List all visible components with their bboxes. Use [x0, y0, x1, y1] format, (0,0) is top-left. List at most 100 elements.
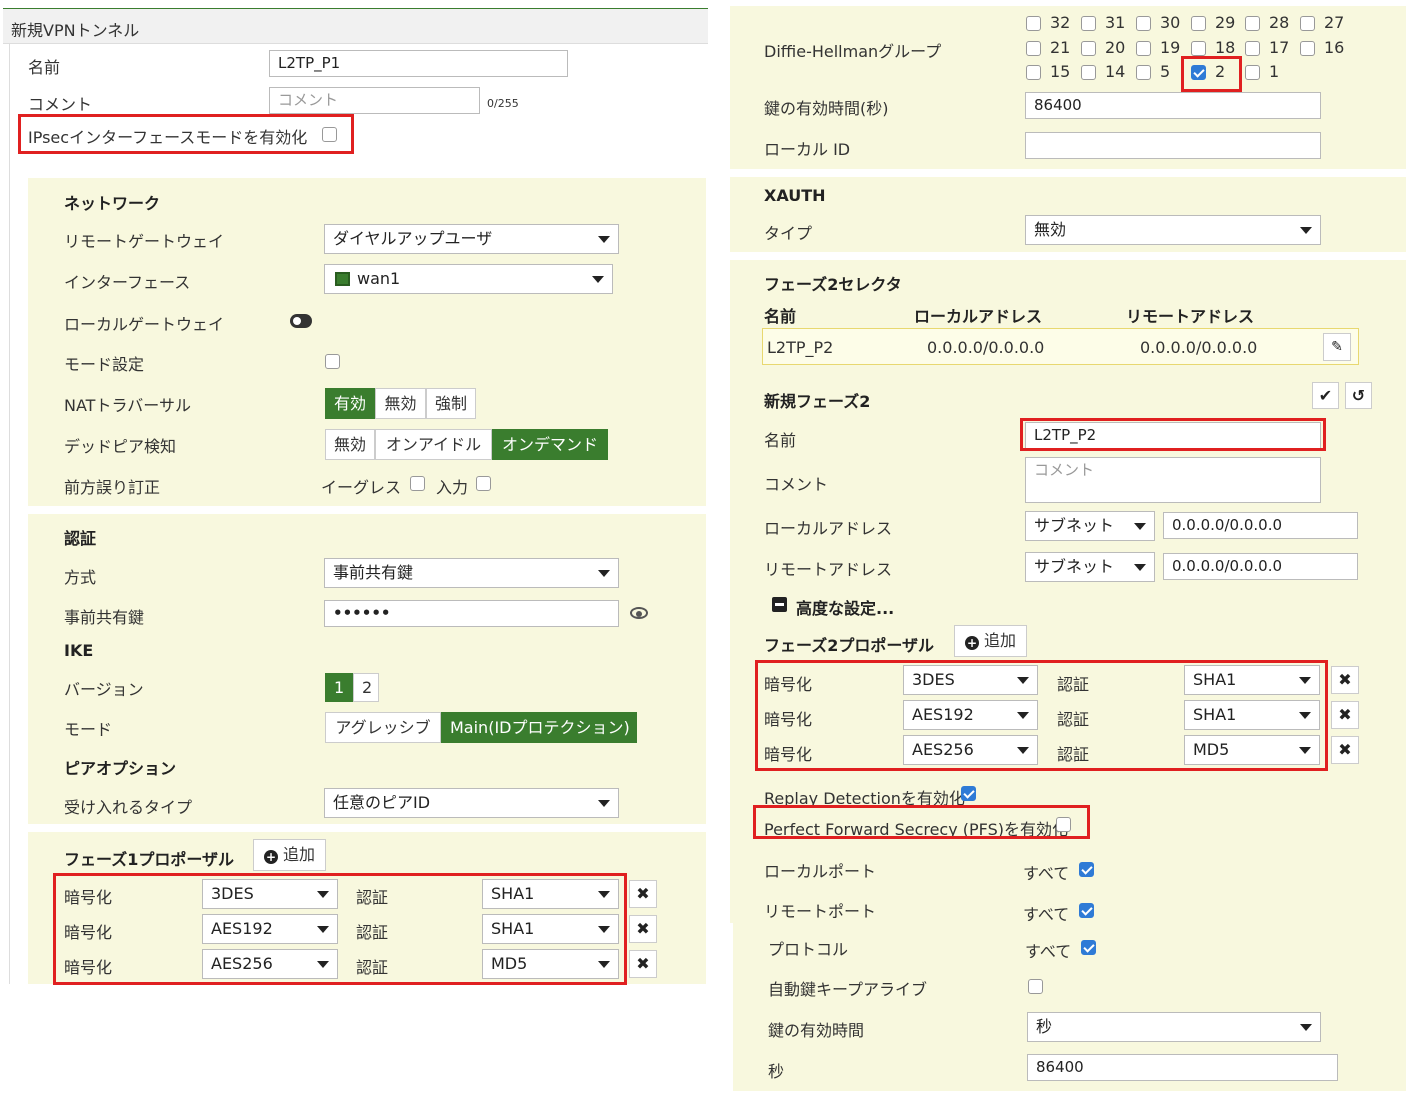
fec-egress-checkbox[interactable]: [410, 476, 425, 491]
dh-group-checkbox[interactable]: [1026, 16, 1041, 31]
ike-version-1-button[interactable]: 1: [325, 673, 353, 702]
chevron-down-icon: [1134, 523, 1146, 530]
comment-textarea[interactable]: コメント: [269, 87, 480, 114]
p1-remove-button[interactable]: ✖: [629, 950, 657, 978]
local-port-all-checkbox[interactable]: [1079, 862, 1094, 877]
seconds-label: 秒: [768, 1062, 785, 1081]
phase1-add-label: 追加: [283, 845, 316, 864]
chevron-down-icon: [598, 236, 610, 243]
localid-input[interactable]: [1025, 132, 1321, 159]
phase1-add-button[interactable]: + 追加: [253, 839, 327, 871]
aggressive-button[interactable]: アグレッシブ: [325, 712, 441, 743]
phase2-add-label: 追加: [984, 631, 1017, 650]
chevron-down-icon: [598, 800, 610, 807]
fec-ingress-checkbox[interactable]: [476, 476, 491, 491]
xauth-type-value: 無効: [1034, 220, 1067, 239]
newp2-title: 新規フェーズ2: [764, 392, 871, 411]
dh-group-checkbox[interactable]: [1136, 41, 1151, 56]
nat-enable-button[interactable]: 有効: [325, 388, 375, 419]
p2sel-row-name: L2TP_P2: [767, 338, 834, 357]
fec-ingress-label: 入力: [436, 478, 469, 497]
toggle-knob: [293, 317, 301, 325]
dh-group-checkbox[interactable]: [1191, 16, 1206, 31]
phase2-add-button[interactable]: + 追加: [954, 625, 1028, 657]
eye-icon[interactable]: [630, 607, 648, 619]
keylife-input[interactable]: 86400: [1025, 92, 1321, 119]
dh-group-checkbox[interactable]: [1081, 41, 1096, 56]
newp2-comment-textarea[interactable]: コメント: [1025, 457, 1321, 503]
main-mode-button[interactable]: Main(IDプロテクション): [441, 712, 637, 743]
dh-group-checkbox[interactable]: [1245, 16, 1260, 31]
dpd-disable-button[interactable]: 無効: [325, 429, 375, 460]
dh-group-checkbox[interactable]: [1026, 65, 1041, 80]
p2sel-row-remote: 0.0.0.0/0.0.0.0: [1140, 338, 1258, 357]
p2-remove-button[interactable]: ✖: [1331, 736, 1359, 764]
newp2-remote-type-select[interactable]: サブネット: [1025, 552, 1155, 582]
nat-force-button[interactable]: 強制: [426, 388, 476, 419]
auth-method-select[interactable]: 事前共有鍵: [324, 558, 619, 588]
dh-group-checkbox[interactable]: [1136, 65, 1151, 80]
newp2-remote-type: サブネット: [1034, 557, 1115, 576]
replay-checkbox[interactable]: [961, 786, 976, 801]
dh-group-checkbox[interactable]: [1026, 41, 1041, 56]
chevron-down-icon: [1300, 227, 1312, 234]
dh-group-label: 32: [1050, 13, 1071, 32]
dh-group-checkbox[interactable]: [1136, 16, 1151, 31]
name-label: 名前: [28, 58, 61, 77]
remote-gw-select[interactable]: ダイヤルアップユーザ: [324, 224, 619, 254]
psk-label: 事前共有鍵: [64, 608, 145, 627]
undo-icon[interactable]: ↺: [1345, 382, 1372, 409]
local-gw-label: ローカルゲートウェイ: [64, 315, 225, 334]
interface-select[interactable]: wan1: [324, 264, 613, 294]
p1-remove-button[interactable]: ✖: [629, 915, 657, 943]
auth-method-label: 方式: [64, 568, 97, 587]
remote-port-all-checkbox[interactable]: [1079, 903, 1094, 918]
mode-config-checkbox[interactable]: [325, 354, 340, 369]
check-circle-icon[interactable]: ✔: [1312, 382, 1339, 409]
pencil-icon[interactable]: ✎: [1323, 333, 1351, 361]
chevron-down-icon: [592, 276, 604, 283]
newp2-local-input[interactable]: 0.0.0.0/0.0.0.0: [1163, 512, 1358, 539]
dh-group-checkbox[interactable]: [1245, 41, 1260, 56]
xauth-title: XAUTH: [764, 186, 826, 205]
tunnel-name-input[interactable]: L2TP_P1: [269, 50, 568, 77]
dh-group-checkbox[interactable]: [1191, 41, 1206, 56]
accept-type-label: 受け入れるタイプ: [64, 798, 193, 817]
local-gw-toggle[interactable]: [290, 314, 312, 328]
dh-group-checkbox[interactable]: [1081, 65, 1096, 80]
p2sel-row-local: 0.0.0.0/0.0.0.0: [927, 338, 1045, 357]
protocol-all-checkbox[interactable]: [1081, 940, 1096, 955]
newp2-remote-input[interactable]: 0.0.0.0/0.0.0.0: [1163, 553, 1358, 580]
dpd-ondemand-button[interactable]: オンデマンド: [492, 429, 608, 460]
newp2-local-type-select[interactable]: サブネット: [1025, 511, 1155, 541]
chevron-down-icon: [1134, 564, 1146, 571]
dh-group-label: 16: [1324, 38, 1345, 57]
p1-remove-button[interactable]: ✖: [629, 880, 657, 908]
p2sel-col-remote: リモートアドレス: [1126, 307, 1255, 326]
dh-group-label: 15: [1050, 62, 1071, 81]
remote-port-all-label: すべて: [1023, 905, 1070, 924]
comment-label: コメント: [28, 95, 93, 114]
psk-input[interactable]: ••••••: [324, 600, 619, 627]
xauth-type-select[interactable]: 無効: [1025, 215, 1321, 245]
p2sel-row[interactable]: L2TP_P2 0.0.0.0/0.0.0.0 0.0.0.0/0.0.0.0 …: [762, 328, 1359, 365]
protocol-all-label: すべて: [1025, 942, 1072, 961]
dpd-onidle-button[interactable]: オンアイドル: [375, 429, 492, 460]
dh-group-checkbox[interactable]: [1245, 65, 1260, 80]
mode-config-label: モード設定: [64, 355, 145, 374]
dh-group-checkbox[interactable]: [1300, 41, 1315, 56]
p2-remove-button[interactable]: ✖: [1331, 701, 1359, 729]
nat-disable-button[interactable]: 無効: [375, 388, 426, 419]
dh-group-checkbox[interactable]: [1081, 16, 1096, 31]
ike-version-2-button[interactable]: 2: [353, 673, 379, 702]
keylife2-select[interactable]: 秒: [1027, 1012, 1321, 1042]
p2-remove-button[interactable]: ✖: [1331, 666, 1359, 694]
local-port-all-label: すべて: [1023, 864, 1070, 883]
p2sel-col-local: ローカルアドレス: [914, 307, 1043, 326]
accept-type-select[interactable]: 任意のピアID: [324, 788, 619, 818]
dh-group-label: 21: [1050, 38, 1071, 57]
dh-group-checkbox[interactable]: [1300, 16, 1315, 31]
keepalive-checkbox[interactable]: [1028, 979, 1043, 994]
minus-square-icon: [772, 597, 787, 612]
seconds-input[interactable]: 86400: [1027, 1054, 1338, 1081]
